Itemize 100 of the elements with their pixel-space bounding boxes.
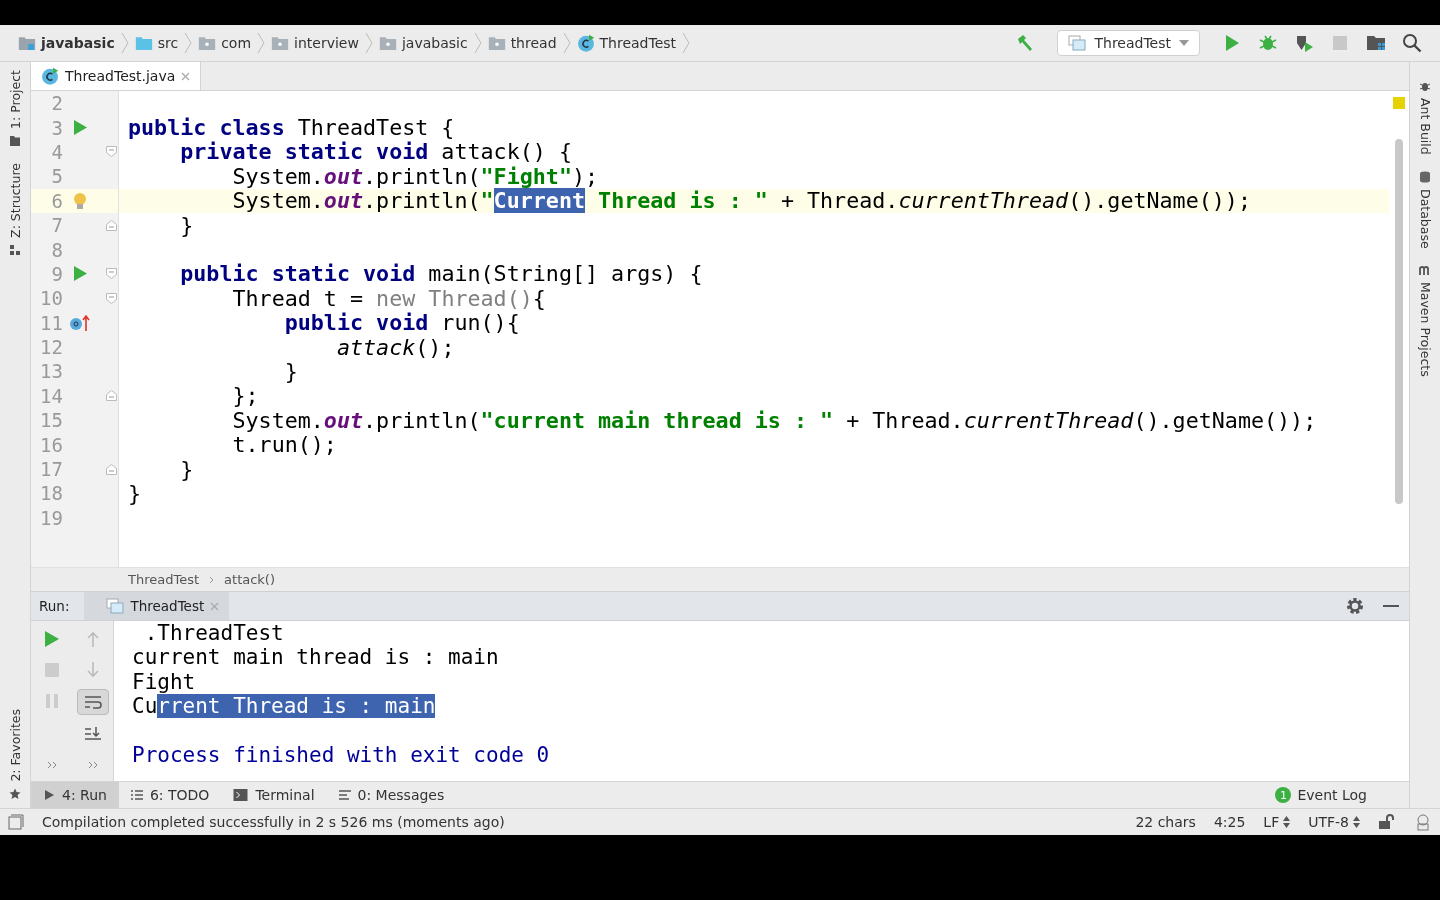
chevron-icon [364,32,373,54]
tool-window-button[interactable]: Z: Structure [0,154,30,264]
tool-window-tab[interactable]: Terminal [221,782,327,808]
tool-window-button[interactable]: 1: Project [0,62,30,155]
stop-icon[interactable] [44,663,59,677]
event-log-button[interactable]: 1 Event Log [1275,782,1409,808]
terminal-icon [233,789,249,801]
fold-icon[interactable] [106,292,117,304]
code-line: }; [231,383,259,409]
run-configuration-dropdown[interactable]: ThreadTest [1057,30,1200,56]
tool-window-button[interactable]: Maven Projects [1410,256,1440,386]
inspector-icon[interactable] [1414,813,1432,831]
class-icon [576,34,595,52]
fold-icon[interactable] [106,390,117,402]
breadcrumb-item[interactable]: ThreadTest [128,572,200,587]
console-line: Process finished with exit code 0 [132,742,550,767]
selection-count: 22 chars [1135,814,1196,830]
tool-window-button[interactable]: Ant Build [1410,72,1440,163]
breadcrumb-item[interactable]: javabasic [14,35,119,51]
project-structure-icon[interactable] [1366,33,1386,53]
list-icon [130,789,143,801]
notification-badge: 1 [1275,787,1292,803]
cursor-position[interactable]: 4:25 [1213,814,1246,830]
scroll-to-end-icon[interactable] [83,726,102,742]
close-icon[interactable] [181,71,191,81]
line-number: 2 [50,92,63,115]
lightbulb-icon[interactable] [73,191,87,210]
line-number: 3 [50,116,63,139]
line-number: 13 [39,360,63,383]
fold-icon[interactable] [106,219,117,231]
line-number: 7 [50,214,63,237]
breadcrumb-item[interactable]: thread [483,35,561,51]
status-marker [1393,97,1405,109]
bug-icon[interactable] [1258,33,1278,53]
line-number: 9 [50,262,63,285]
up-arrow-icon[interactable] [85,631,100,647]
line-number: 12 [39,336,63,359]
folder-icon [378,36,397,50]
breadcrumb-item[interactable]: javabasic [374,35,472,51]
line-number: 15 [39,409,63,432]
window-icon [1068,35,1087,51]
pause-icon[interactable] [45,694,58,708]
search-icon[interactable] [1402,33,1422,53]
line-number: 8 [50,238,63,261]
override-icon[interactable] [69,313,91,332]
fold-icon[interactable] [106,463,117,475]
tool-window-tab[interactable]: 4: Run [31,782,119,808]
chevron-icon [120,32,129,54]
code-line: } [179,456,194,482]
structure-icon [9,243,21,256]
breadcrumb-item[interactable]: ThreadTest [572,34,681,52]
code-line: System.out.println("Current Thread is : " + Thread.currentThread().getName()); [231,188,1251,214]
code-line: t.run(); [231,432,337,458]
close-icon[interactable] [210,601,220,611]
breadcrumb-item[interactable]: src [130,35,183,51]
run-icon[interactable] [73,266,87,282]
code-line: System.out.println("Fight"); [231,163,599,189]
star-icon [9,788,21,800]
line-number: 4 [50,140,63,163]
tool-window-tab[interactable]: 0: Messages [326,782,457,808]
line-number: 14 [39,384,63,407]
soft-wrap-button[interactable] [76,689,109,715]
scrollbar-thumb[interactable] [1395,139,1403,504]
coverage-icon[interactable] [1294,33,1314,53]
code-line: public class ThreadTest { [127,115,455,141]
breadcrumb-item[interactable]: interview [267,35,363,51]
unlocked-icon[interactable] [1378,814,1396,830]
breadcrumb-item[interactable]: attack() [224,572,275,587]
tool-window-button[interactable]: 2: Favorites [0,701,30,808]
line-separator-selector[interactable]: LF [1263,814,1291,830]
tool-window-button[interactable]: Database [1410,162,1440,257]
code-line: Thread t = new Thread(){ [231,285,546,311]
file-tab[interactable]: ThreadTest.java [31,62,202,90]
line-number: 5 [50,165,63,188]
chevron-icon [257,32,266,54]
more-icon[interactable] [46,761,57,769]
class-icon [41,67,59,85]
up-down-arrows-icon [1283,816,1291,828]
line-number: 16 [39,433,63,456]
settings-icon[interactable] [1345,596,1365,616]
run-icon[interactable] [73,120,87,136]
stop-icon[interactable] [1330,33,1350,53]
run-tab[interactable]: ThreadTest [84,592,230,620]
line-number: 19 [39,506,63,529]
fold-icon[interactable] [106,268,117,280]
chevron-icon [473,32,482,54]
wrap-icon [83,695,102,709]
run-icon[interactable] [44,631,59,647]
breadcrumb-item[interactable]: com [194,35,256,51]
line-number: 18 [39,482,63,505]
down-arrow-icon[interactable] [85,662,100,678]
tool-window-tab[interactable]: 6: TODO [118,782,222,808]
code-line: } [283,359,298,384]
play-icon [43,789,55,801]
more-icon[interactable] [87,761,98,769]
panel-icon[interactable] [8,814,24,830]
fold-icon[interactable] [106,146,117,158]
encoding-selector[interactable]: UTF-8 [1308,814,1360,830]
code-line: private static void attack() { [179,139,572,165]
code-line: } [127,480,142,506]
